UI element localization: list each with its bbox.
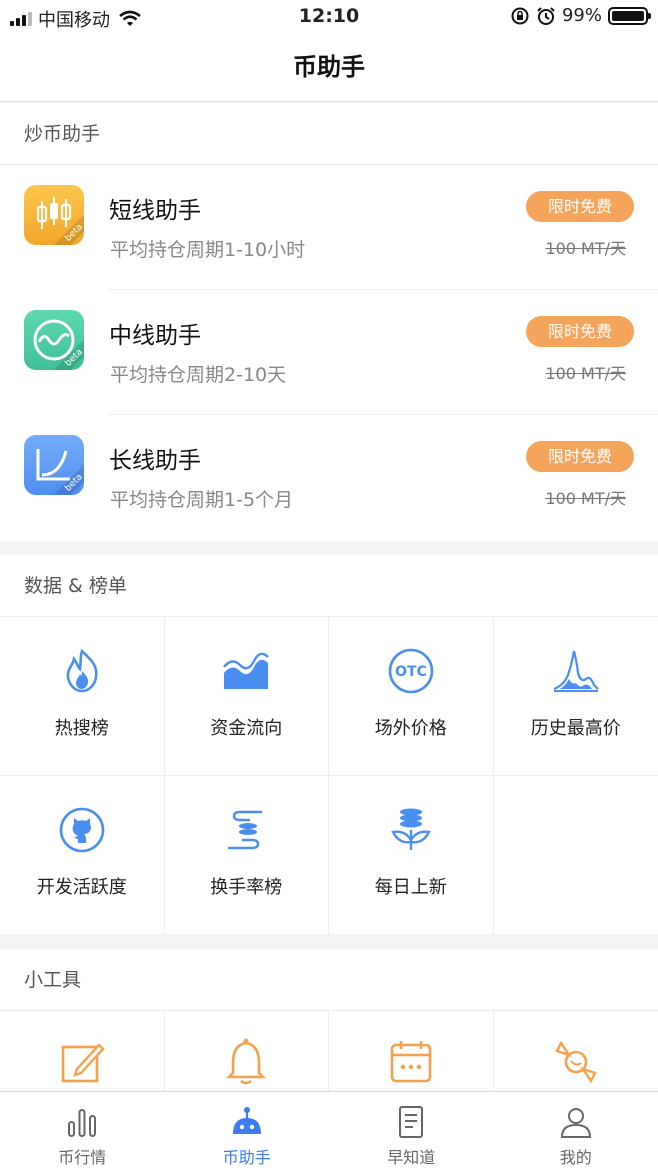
grid-item-fund-flow[interactable]: 资金流向	[164, 617, 329, 776]
curve-chart-icon: beta	[24, 435, 84, 495]
candlestick-icon: beta	[24, 185, 84, 245]
section-title-assistants: 炒币助手	[0, 103, 658, 165]
svg-text:OTC: OTC	[395, 664, 427, 680]
area-chart-icon	[223, 652, 270, 689]
tab-label: 币行情	[58, 1148, 107, 1167]
grid-item-all-time-high[interactable]: 历史最高价	[493, 617, 658, 776]
assistant-name: 长线助手	[109, 448, 201, 474]
user-icon	[560, 1108, 591, 1138]
flame-icon	[66, 648, 98, 693]
status-bar: 中国移动 12:10 99%	[0, 0, 658, 34]
free-badge[interactable]: 限时免费	[526, 191, 634, 222]
grid-item-label: 历史最高价	[530, 718, 621, 739]
assistant-row-short[interactable]: beta 短线助手 平均持仓周期1-10小时 限时免费 100 MT/天	[0, 165, 658, 290]
assistant-name: 中线助手	[109, 323, 201, 349]
tools-grid	[0, 1011, 658, 1091]
assistant-desc: 平均持仓周期1-5个月	[110, 489, 294, 511]
grid-item-otc-price[interactable]: OTC 场外价格	[329, 617, 494, 776]
original-price: 100 MT/天	[545, 239, 626, 258]
grid-item-label: 资金流向	[210, 718, 283, 739]
otc-icon: OTC	[388, 648, 434, 694]
battery-fill	[612, 10, 644, 21]
page-title: 币助手	[293, 53, 365, 81]
peak-chart-icon	[553, 650, 599, 692]
status-right: 99%	[510, 5, 651, 26]
data-grid: 热搜榜 资金流向 OTC 场外价格 历史最高价 开发活跃度 换手率榜 每日上新	[0, 617, 658, 935]
battery-icon	[608, 6, 651, 25]
assistant-row-mid[interactable]: beta 中线助手 平均持仓周期2-10天 限时免费 100 MT/天	[0, 290, 658, 415]
document-icon	[399, 1106, 424, 1138]
edit-icon	[61, 1043, 105, 1083]
tool-item-notes[interactable]	[0, 1011, 165, 1091]
grid-item-label: 开发活跃度	[36, 877, 127, 898]
bar-chart-icon	[68, 1109, 97, 1137]
bell-icon	[226, 1038, 267, 1085]
tab-label: 我的	[559, 1148, 592, 1167]
tool-item-alerts[interactable]	[165, 1011, 329, 1091]
section-title-data: 数据 & 榜单	[0, 555, 658, 617]
original-price: 100 MT/天	[545, 489, 626, 508]
grid-item-new-listings[interactable]: 每日上新	[329, 776, 494, 935]
original-price: 100 MT/天	[545, 364, 626, 383]
assistant-desc: 平均持仓周期1-10小时	[110, 239, 306, 261]
alarm-icon	[537, 6, 555, 25]
tab-news[interactable]: 早知道	[329, 1092, 494, 1170]
grid-item-dev-activity[interactable]: 开发活跃度	[0, 776, 165, 935]
robot-icon	[232, 1107, 261, 1134]
candy-icon	[555, 1040, 597, 1084]
grid-item-label: 热搜榜	[54, 718, 109, 739]
grid-item-turnover[interactable]: 换手率榜	[164, 776, 329, 935]
assistant-row-long[interactable]: beta 长线助手 平均持仓周期1-5个月 限时免费 100 MT/天	[0, 415, 658, 540]
tab-label: 早知道	[387, 1148, 436, 1167]
tools-section: 小工具	[0, 949, 658, 1091]
grid-item-label: 每日上新	[374, 877, 447, 898]
grid-item-empty	[493, 776, 658, 935]
free-badge[interactable]: 限时免费	[526, 316, 634, 347]
calendar-icon	[390, 1041, 432, 1083]
coin-sprout-icon	[390, 808, 431, 850]
rotation-lock-icon	[511, 7, 529, 24]
data-section: 数据 & 榜单 热搜榜 资金流向 OTC 场外价格 历史最高价 开发活跃度 换手…	[0, 555, 658, 935]
tab-label: 币助手	[222, 1148, 271, 1167]
nav-bar: 币助手	[0, 34, 658, 102]
tool-item-candy[interactable]	[494, 1011, 658, 1091]
tool-item-calendar[interactable]	[329, 1011, 494, 1091]
section-title-tools: 小工具	[0, 949, 658, 1011]
assistant-name: 短线助手	[109, 198, 201, 224]
tab-profile[interactable]: 我的	[494, 1092, 658, 1170]
wave-circle-icon: beta	[24, 310, 84, 370]
tab-assistant[interactable]: 币助手	[165, 1092, 330, 1170]
battery-percent: 99%	[561, 5, 602, 26]
assistant-desc: 平均持仓周期2-10天	[110, 364, 287, 386]
hand-coins-icon	[228, 810, 263, 850]
free-badge[interactable]: 限时免费	[526, 441, 634, 472]
grid-item-hot-search[interactable]: 热搜榜	[0, 617, 165, 776]
tab-bar: 币行情 币助手 早知道 我的	[0, 1091, 658, 1170]
grid-item-label: 场外价格	[374, 718, 447, 739]
grid-item-label: 换手率榜	[210, 877, 283, 898]
assistants-section: 炒币助手 beta 短线助手 平均持仓周期1-10小时 限时免费 100 MT/…	[0, 103, 658, 541]
github-icon	[59, 807, 105, 853]
tab-market[interactable]: 币行情	[0, 1092, 165, 1170]
